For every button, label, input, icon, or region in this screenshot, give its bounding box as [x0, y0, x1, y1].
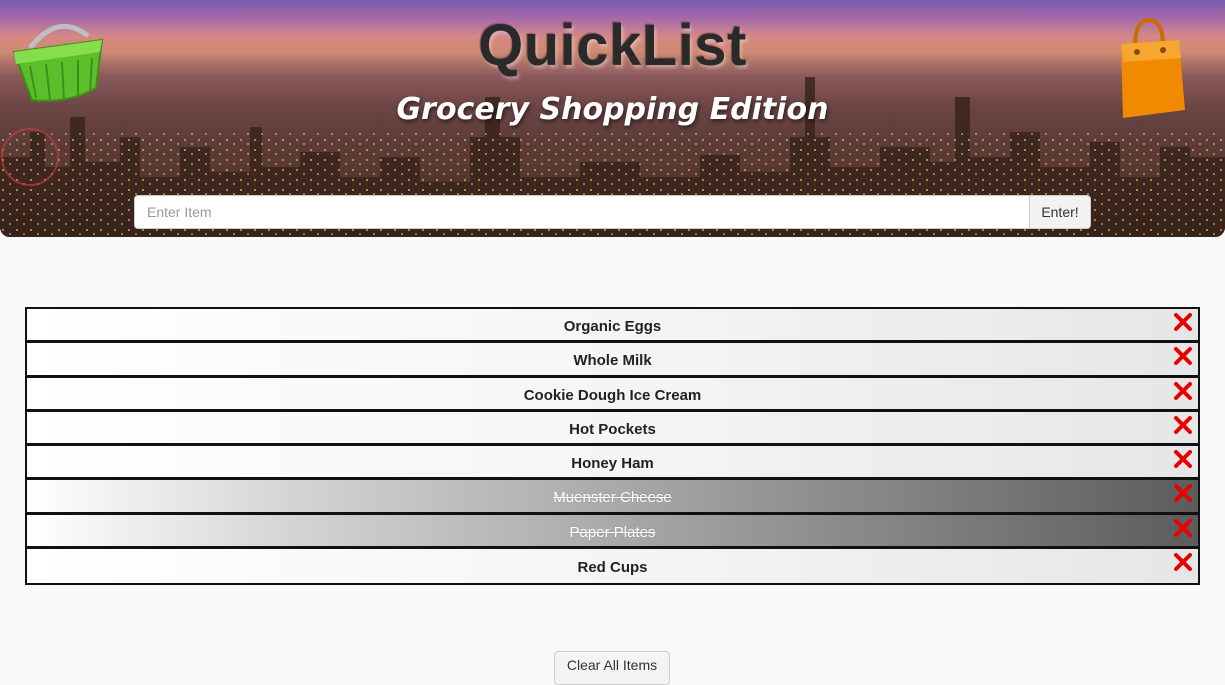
close-x-icon[interactable] [1173, 346, 1193, 366]
item-label: Paper Plates [569, 523, 656, 541]
item-label: Whole Milk [573, 352, 652, 370]
list-item[interactable]: Red Cups [27, 548, 1198, 583]
header-banner: QuickList Grocery Shopping Edition Enter… [0, 0, 1225, 237]
item-input[interactable] [134, 195, 1029, 229]
list-item-completed[interactable]: Paper Plates [27, 514, 1198, 549]
item-label: Organic Eggs [563, 318, 662, 336]
app-subtitle: Grocery Shopping Edition [396, 92, 829, 127]
list-item[interactable]: Whole Milk [27, 343, 1198, 378]
item-label: Red Cups [577, 559, 648, 577]
app-title: QuickList [478, 13, 747, 78]
clear-all-button[interactable]: Clear All Items [554, 651, 670, 685]
close-x-icon[interactable] [1173, 483, 1193, 503]
close-x-icon[interactable] [1173, 518, 1193, 538]
list-item[interactable]: Cookie Dough Ice Cream [27, 377, 1198, 412]
list-item[interactable]: Honey Ham [27, 446, 1198, 481]
list-item-completed[interactable]: Muenster Cheese [27, 480, 1198, 515]
enter-button[interactable]: Enter! [1029, 195, 1091, 229]
close-x-icon[interactable] [1173, 449, 1193, 469]
list-item[interactable]: Hot Pockets [27, 411, 1198, 446]
item-label: Cookie Dough Ice Cream [523, 386, 702, 404]
close-x-icon[interactable] [1173, 312, 1193, 332]
item-label: Hot Pockets [569, 420, 656, 438]
grocery-list: Organic Eggs Whole Milk Cookie Dough Ice… [25, 307, 1200, 585]
item-label: Muenster Cheese [553, 489, 672, 507]
close-x-icon[interactable] [1173, 415, 1193, 435]
close-x-icon[interactable] [1173, 381, 1193, 401]
item-label: Honey Ham [571, 455, 654, 473]
close-x-icon[interactable] [1173, 552, 1193, 572]
list-item[interactable]: Organic Eggs [27, 309, 1198, 344]
add-item-form: Enter! [134, 195, 1091, 229]
